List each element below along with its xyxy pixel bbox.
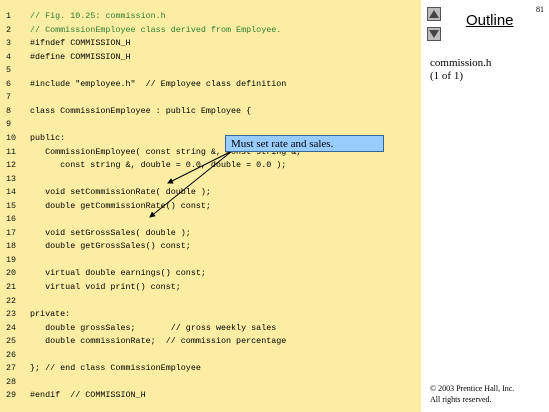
file-part: (1 of 1) — [430, 70, 463, 82]
code-text: // Fig. 10.25: commission.h — [30, 11, 166, 21]
code-line: 12 const string &, double = 0.0, double … — [0, 159, 421, 171]
slide-number: 81 — [536, 5, 544, 14]
line-number: 1 — [6, 11, 12, 21]
file-name: commission.h — [430, 57, 492, 69]
code-line: 13 — [0, 173, 421, 185]
copyright: © 2003 Prentice Hall, Inc. All rights re… — [430, 383, 514, 405]
line-number: 15 — [6, 200, 17, 211]
code-line: 21 virtual void print() const; — [0, 281, 421, 293]
code-text: // CommissionEmployee class derived from… — [30, 24, 282, 35]
code-line: 22 — [0, 295, 421, 307]
code-line: 5 — [0, 64, 421, 76]
code-text: double commissionRate; // commission per… — [30, 336, 287, 347]
code-text: virtual void print() const; — [30, 282, 181, 292]
code-line: 18 double getGrossSales() const; — [0, 240, 421, 252]
code-text: private: — [30, 309, 71, 320]
triangle-down-icon — [429, 30, 439, 38]
line-number: 28 — [6, 376, 17, 387]
line-number: 12 — [6, 160, 17, 171]
code-line: 23 private: — [0, 308, 421, 320]
code-text: #endif // COMMISSION_H — [30, 390, 146, 401]
code-line: 6 #include "employee.h" // Employee class… — [0, 78, 421, 90]
code-line: 9 — [0, 118, 421, 130]
line-number: 3 — [6, 38, 12, 49]
code-line: 2 // CommissionEmployee class derived fro… — [0, 24, 421, 36]
line-number: 29 — [6, 390, 17, 401]
outline-link[interactable]: Outline — [466, 12, 514, 29]
line-number: 6 — [6, 78, 12, 89]
copyright-line-2: All rights reserved. — [430, 395, 492, 404]
code-line: 14 void setCommissionRate( double ); — [0, 186, 421, 198]
code-line: 4 #define COMMISSION_H — [0, 51, 421, 63]
code-line: 25 double commissionRate; // commission … — [0, 335, 421, 347]
code-line: 17 void setGrossSales( double ); — [0, 227, 421, 239]
line-number: 23 — [6, 309, 17, 320]
triangle-up-icon — [429, 10, 439, 18]
code-line: 20 virtual double earnings() const; — [0, 267, 421, 279]
line-number: 4 — [6, 51, 12, 62]
line-number: 9 — [6, 119, 12, 130]
code-line: 29 #endif // COMMISSION_H — [0, 389, 421, 401]
code-text: double grossSales; // gross weekly sales — [30, 322, 277, 333]
code-text: class CommissionEmployee : public Employ… — [30, 105, 252, 116]
code-panel: 1 // Fig. 10.25: commission.h 2 // Commissi… — [0, 0, 421, 412]
line-number: 7 — [6, 92, 12, 103]
code-line: 3 #ifndef COMMISSION_H — [0, 37, 421, 49]
code-line: 19 — [0, 254, 421, 266]
code-text: const string &, double = 0.0, double = 0… — [30, 160, 287, 171]
code-line: 7 — [0, 91, 421, 103]
callout-box: Must set rate and sales. — [225, 135, 384, 152]
code-line: 28 — [0, 376, 421, 388]
code-text: #ifndef COMMISSION_H — [30, 38, 131, 49]
code-line: 27 }; // end class CommissionEmployee — [0, 362, 421, 374]
code-line: 15 double getCommissionRate() const; — [0, 200, 421, 212]
line-number: 25 — [6, 336, 17, 347]
code-text: void setGrossSales( double ); — [30, 227, 191, 238]
code-text: #define COMMISSION_H — [30, 51, 131, 62]
code-text: }; // end class CommissionEmployee — [30, 363, 201, 374]
line-number: 18 — [6, 241, 17, 252]
line-number: 11 — [6, 146, 17, 157]
line-number: 10 — [6, 132, 17, 143]
code-line: 8 class CommissionEmployee : public Emplo… — [0, 105, 421, 117]
line-number: 26 — [6, 349, 17, 360]
code-text: void setCommissionRate( double ); — [30, 187, 211, 198]
line-number: 27 — [6, 363, 17, 374]
copyright-line-1: © 2003 Prentice Hall, Inc. — [430, 384, 515, 393]
code-text: public: — [30, 132, 66, 143]
code-text: double getGrossSales() const; — [30, 241, 191, 252]
code-text: #include "employee.h" // Employee class … — [30, 78, 287, 89]
line-number: 24 — [6, 322, 17, 333]
code-text: double getCommissionRate() const; — [30, 200, 211, 211]
line-number: 20 — [6, 268, 17, 279]
code-line: 24 double grossSales; // gross weekly sa… — [0, 322, 421, 334]
line-number: 14 — [6, 187, 17, 198]
previous-slide-button[interactable] — [427, 7, 441, 21]
line-number: 21 — [6, 282, 17, 292]
line-number: 8 — [6, 105, 12, 116]
line-number: 19 — [6, 254, 17, 265]
file-label: commission.h (1 of 1) — [430, 57, 491, 83]
code-line: 16 — [0, 213, 421, 225]
line-number: 2 — [6, 24, 12, 35]
line-number: 17 — [6, 227, 17, 238]
line-number: 13 — [6, 173, 17, 184]
next-slide-button[interactable] — [427, 27, 441, 41]
code-line: 1 // Fig. 10.25: commission.h — [0, 10, 421, 22]
code-line: 26 — [0, 349, 421, 361]
line-number: 16 — [6, 214, 17, 225]
line-number: 22 — [6, 295, 17, 306]
line-number: 5 — [6, 65, 12, 76]
code-text: virtual double earnings() const; — [30, 268, 206, 279]
